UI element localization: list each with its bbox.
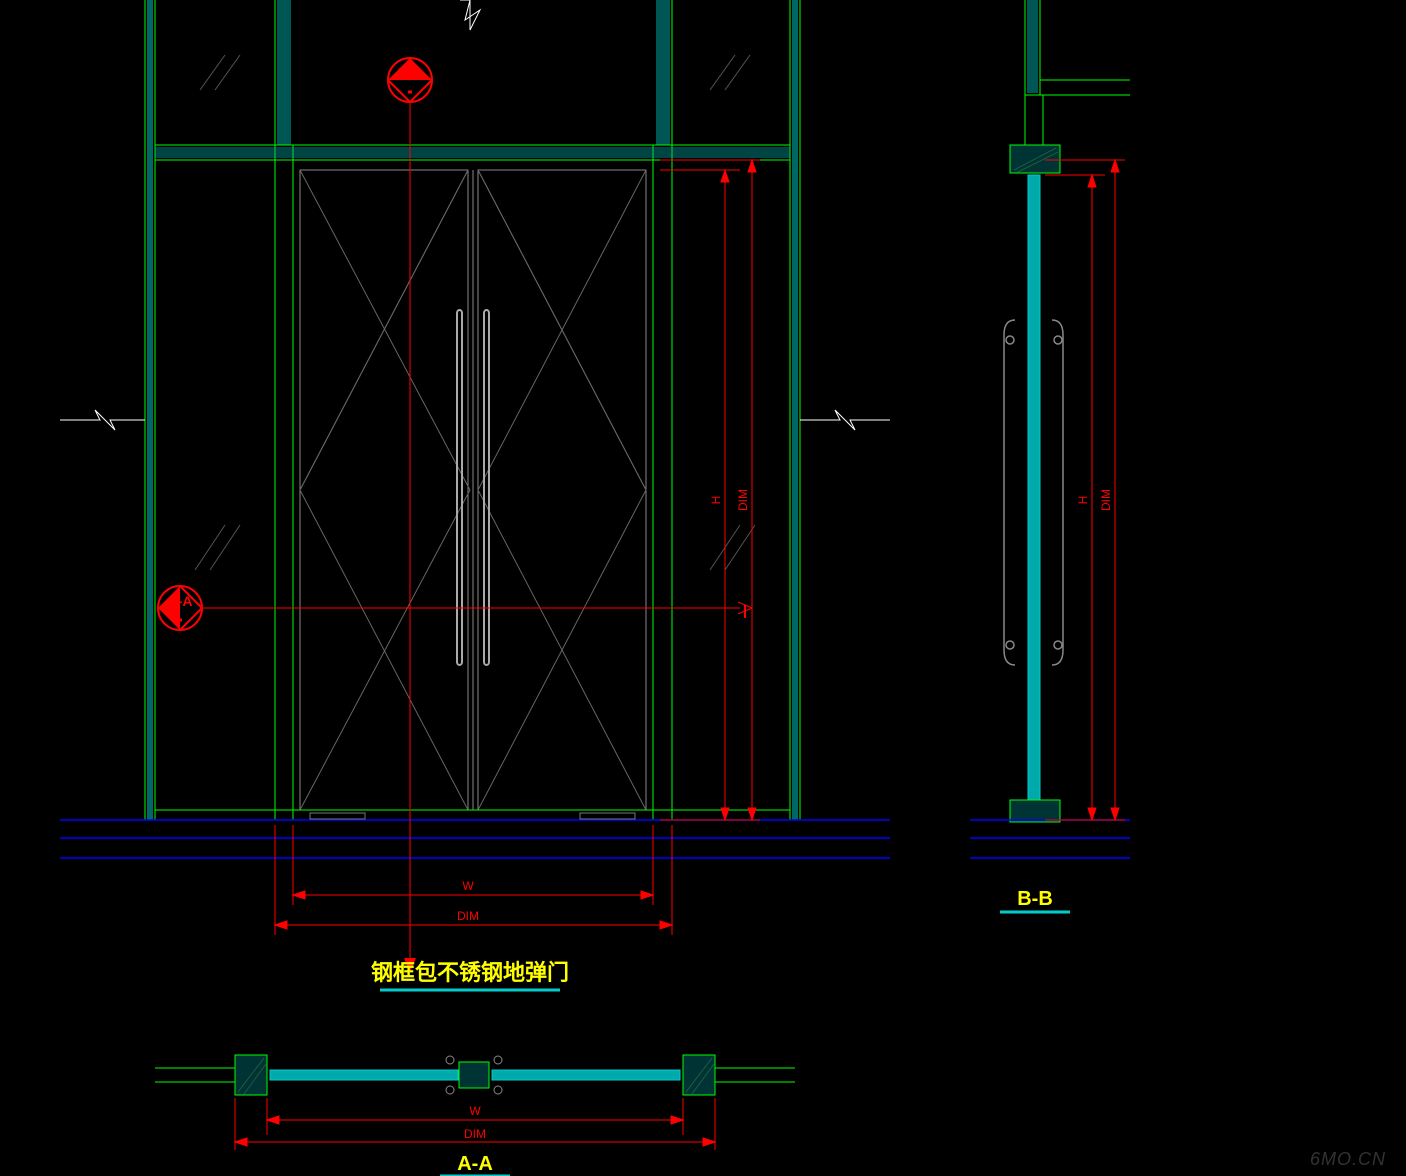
section-bb-title: B-B (1017, 888, 1053, 910)
main-title: 钢框包不锈钢地弹门 (371, 960, 569, 985)
section-aa-marker-text: A-A (168, 593, 193, 609)
watermark: 6MO.CN (1310, 1149, 1386, 1169)
section-bb-view: H DIM B-B (970, 0, 1130, 912)
section-aa-view: W DIM A-A (155, 1055, 795, 1176)
elevation-dim-dim-v: DIM (736, 489, 750, 511)
cad-drawing: B-B A-A (0, 0, 1406, 1176)
section-aa-dim-w: W (469, 1104, 481, 1118)
elevation-dim-w: W (462, 879, 474, 893)
elevation-dim-h: H (709, 496, 723, 505)
section-bb-marker-text: B-B (398, 65, 423, 81)
section-bb-dim-dim: DIM (1099, 489, 1113, 511)
section-bb-dim-h: H (1076, 496, 1090, 505)
section-marker-aa: A-A (158, 586, 752, 630)
elevation-view: B-B A-A (60, 0, 890, 990)
elevation-dim-dim: DIM (457, 909, 479, 923)
section-aa-title: A-A (457, 1153, 493, 1175)
section-marker-bb: B-B (388, 58, 432, 972)
section-aa-dim-dim: DIM (464, 1127, 486, 1141)
